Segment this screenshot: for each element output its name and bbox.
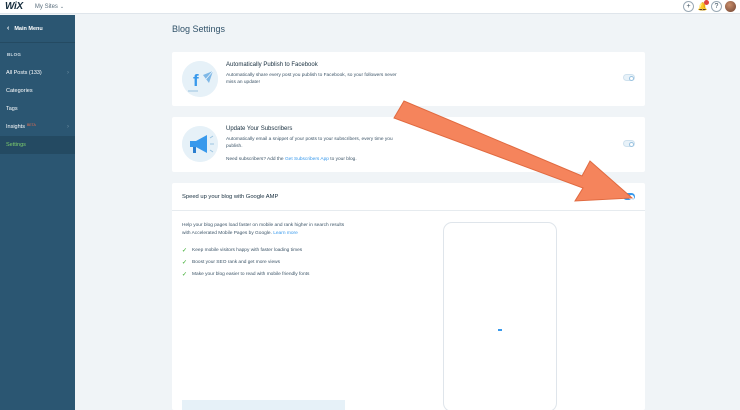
- learn-more-link[interactable]: Learn more: [273, 231, 298, 236]
- subscribers-card-description: Automatically email a snippet of your po…: [226, 137, 393, 149]
- amp-benefit-item: ✓ Make your blog easier to read with mob…: [182, 271, 309, 278]
- amp-toggle[interactable]: [623, 193, 635, 200]
- amp-benefit-text: Make your blog easier to read with mobil…: [192, 272, 310, 277]
- facebook-card-title: Automatically Publish to Facebook: [226, 62, 318, 68]
- my-sites-dropdown[interactable]: My Sites ⌄: [35, 4, 64, 10]
- mobile-preview-frame: [443, 222, 557, 410]
- sidebar-item-label: Settings: [6, 142, 26, 148]
- toggle-knob: [628, 194, 634, 200]
- sidebar-item-label: Insights: [6, 124, 25, 130]
- notification-dot: [704, 0, 709, 5]
- sidebar-item-categories[interactable]: Categories: [0, 82, 75, 100]
- wix-logo[interactable]: WiX: [5, 1, 23, 12]
- subscribers-card-title: Update Your Subscribers: [226, 126, 293, 132]
- plus-icon[interactable]: +: [683, 1, 694, 12]
- need-prefix: Need subscribers? Add the: [226, 157, 285, 162]
- help-icon[interactable]: ?: [711, 1, 722, 12]
- toggle-knob: [628, 75, 634, 81]
- sidebar-item-tags[interactable]: Tags: [0, 100, 75, 118]
- amp-benefit-text: Boost your SEO rank and get more views: [192, 260, 281, 265]
- amp-benefit-text: Keep mobile visitors happy with faster l…: [192, 248, 303, 253]
- beta-badge: BETA: [26, 123, 36, 127]
- facebook-share-icon: f: [182, 61, 218, 97]
- avatar[interactable]: [725, 1, 736, 12]
- bell-icon[interactable]: 🔔: [697, 0, 709, 12]
- subscribers-card: Update Your Subscribers Automatically em…: [172, 117, 645, 172]
- amp-card-title: Speed up your blog with Google AMP: [182, 194, 279, 200]
- subscribers-toggle[interactable]: [623, 140, 635, 147]
- chevron-left-icon: ‹: [7, 25, 10, 32]
- sidebar-item-label: Tags: [6, 106, 18, 112]
- toggle-knob: [628, 141, 634, 147]
- facebook-card-description: Automatically share every post you publi…: [226, 73, 397, 85]
- amp-benefit-item: ✓ Boost your SEO rank and get more views: [182, 259, 280, 266]
- megaphone-icon: [182, 126, 218, 162]
- amp-description: Help your blog pages load faster on mobi…: [182, 222, 352, 237]
- chevron-right-icon: ›: [67, 70, 69, 76]
- amp-preview-panel: [182, 400, 345, 410]
- sidebar-item-settings[interactable]: Settings: [0, 136, 75, 154]
- page-title: Blog Settings: [172, 24, 226, 34]
- sidebar: ‹ Main Menu BLOG All Posts (133) › Categ…: [0, 15, 75, 410]
- my-sites-label: My Sites: [34, 3, 58, 10]
- loading-spinner-icon: [498, 329, 502, 331]
- amp-description-text: Help your blog pages load faster on mobi…: [182, 223, 345, 236]
- sidebar-item-all-posts[interactable]: All Posts (133) ›: [0, 64, 75, 82]
- amp-card-header: Speed up your blog with Google AMP: [172, 183, 645, 211]
- get-subscribers-link[interactable]: Get Subscribers App: [285, 157, 329, 162]
- sidebar-item-label: All Posts (133): [6, 70, 42, 76]
- chevron-right-icon: ›: [67, 124, 69, 130]
- need-suffix: to your blog.: [328, 157, 357, 162]
- sidebar-item-label: Categories: [6, 88, 33, 94]
- amp-benefit-item: ✓ Keep mobile visitors happy with faster…: [182, 247, 302, 254]
- checkmark-icon: ✓: [182, 260, 188, 266]
- sidebar-section-title: BLOG: [7, 52, 22, 57]
- sidebar-item-insights[interactable]: Insights BETA ›: [0, 118, 75, 136]
- svg-text:f: f: [193, 71, 199, 90]
- google-amp-card: Speed up your blog with Google AMP Help …: [172, 183, 645, 410]
- checkmark-icon: ✓: [182, 248, 188, 254]
- subscribers-need-text: Need subscribers? Add the Get Subscriber…: [226, 156, 486, 163]
- top-bar: WiX My Sites ⌄ + 🔔 ?: [0, 0, 740, 14]
- main-menu-button[interactable]: ‹ Main Menu: [0, 15, 75, 43]
- main-menu-label: Main Menu: [14, 25, 43, 32]
- facebook-toggle[interactable]: [623, 74, 635, 81]
- facebook-publish-card: f Automatically Publish to Facebook Auto…: [172, 52, 645, 106]
- chevron-down-icon: ⌄: [59, 3, 65, 10]
- checkmark-icon: ✓: [182, 272, 188, 278]
